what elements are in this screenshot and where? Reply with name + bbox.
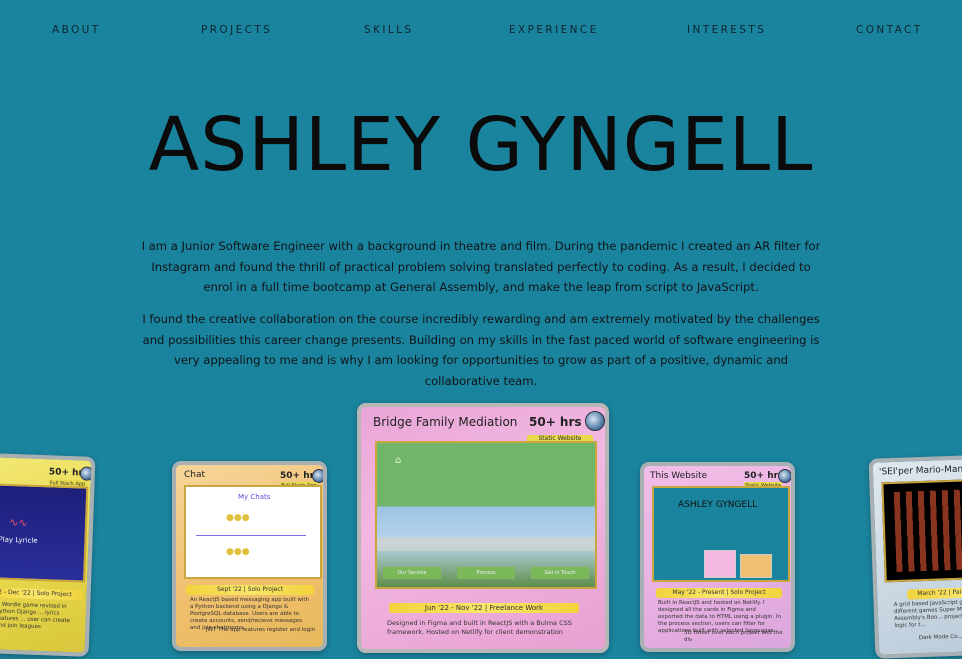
project-description: A grid based JavaScript game that... fav… <box>893 598 962 630</box>
page-title: ASHLEY GYNGELL <box>148 102 814 188</box>
project-title: Bridge Family Mediation <box>373 415 518 429</box>
project-orb-icon <box>312 469 323 483</box>
project-screenshot: My Chats ●●● ●●● <box>184 485 322 579</box>
intro-paragraph-2: I found the creative collaboration on th… <box>142 312 820 388</box>
bridge-button-process: Process <box>457 567 515 579</box>
project-screenshot: ASHLEY GYNGELL <box>652 486 790 582</box>
waveform-icon: ∿∿ <box>8 515 28 530</box>
project-card-mario-man[interactable]: 'SEI'per Mario-Man March '22 | Paired P.… <box>868 453 962 659</box>
chat-avatars-icon: ●●● <box>226 513 250 523</box>
project-card-chat[interactable]: Chat 50+ hrs Full Stack App My Chats ●●●… <box>172 461 327 651</box>
intro-paragraph-1: I am a Junior Software Engineer with a b… <box>141 239 821 294</box>
bridge-button-our-service: Our Service <box>383 567 441 579</box>
project-screenshot <box>881 477 962 583</box>
project-description: A Wordle game revised in Python Django .… <box>0 601 71 631</box>
project-orb-icon <box>585 411 605 431</box>
project-date: '22 - Dec '22 | Solo Project <box>0 587 83 601</box>
project-screenshot: ⌂ Our Service Process Get in Touch <box>375 441 597 589</box>
project-date: Jun '22 - Nov '22 | Freelance Work <box>389 603 579 613</box>
project-screen-text: My Chats <box>238 493 271 501</box>
intro-paragraph-1-wrap: I am a Junior Software Engineer with a b… <box>140 236 822 298</box>
project-hours: 50+ hrs <box>529 415 582 429</box>
game-maze-graphic <box>893 487 962 572</box>
project-title: This Website <box>650 471 708 481</box>
project-footer: JWT The app features register and login <box>206 627 316 633</box>
project-card-this-website[interactable]: This Website 50+ hrs Static Website ASHL… <box>640 462 795 652</box>
nav-projects[interactable]: PROJECTS <box>201 24 272 36</box>
mini-cards-graphic <box>704 550 736 578</box>
project-description: Designed in Figma and built in ReactJS w… <box>387 619 572 636</box>
project-orb-icon <box>79 466 95 481</box>
intro-paragraph-2-wrap: I found the creative collaboration on th… <box>140 309 822 391</box>
nav-skills[interactable]: SKILLS <box>364 24 413 36</box>
project-card-bridge-family-mediation[interactable]: Bridge Family Mediation 50+ hrs Static W… <box>357 403 609 653</box>
nav-about[interactable]: ABOUT <box>52 24 101 36</box>
bridge-hero-graphic <box>377 537 595 551</box>
project-footer: 3D Hover over each project and the div <box>684 630 783 643</box>
project-card-lyricle[interactable]: 50+ hrs Full Stack App ∿∿ Play Lyricle '… <box>0 451 96 657</box>
project-screen-text: Play Lyricle <box>0 535 38 545</box>
main-nav: ABOUT PROJECTS SKILLS EXPERIENCE INTERES… <box>0 24 962 40</box>
bridge-logo-icon: ⌂ <box>395 455 402 466</box>
project-date: May '22 - Present | Solo Project <box>656 588 782 598</box>
nav-interests[interactable]: INTERESTS <box>687 24 766 36</box>
project-date: March '22 | Paired P... <box>907 585 962 600</box>
project-date: Sept '22 | Solo Project <box>186 585 314 595</box>
chat-avatars-icon-2: ●●● <box>226 547 250 557</box>
chat-divider <box>196 535 306 536</box>
nav-contact[interactable]: CONTACT <box>856 24 923 36</box>
project-screenshot: ∿∿ Play Lyricle <box>0 483 89 583</box>
mini-cards-graphic-2 <box>740 554 772 578</box>
project-orb-icon <box>778 469 791 483</box>
project-footer: Dark Mode Co... <box>918 633 962 642</box>
project-screen-text: ASHLEY GYNGELL <box>678 500 758 510</box>
nav-experience[interactable]: EXPERIENCE <box>509 24 599 36</box>
bridge-button-get-in-touch: Get in Touch <box>531 567 589 579</box>
project-title: Chat <box>184 470 206 480</box>
project-title: 'SEI'per Mario-Man <box>878 464 962 478</box>
